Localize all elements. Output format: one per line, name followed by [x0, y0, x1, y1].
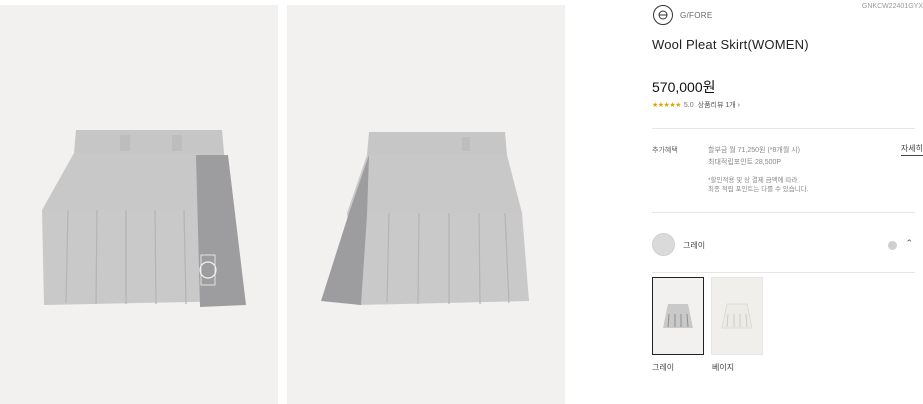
detail-link[interactable]: 자세히	[900, 143, 923, 156]
installment-text: 할부금 월 71,250원 (*8개월 시)	[708, 147, 800, 154]
divider	[652, 212, 915, 213]
skirt-back-illustration	[321, 132, 529, 305]
benefit-label: 추가혜택	[652, 147, 678, 154]
points-text: 최대적립포인트 28,500P	[708, 159, 782, 166]
skirt-front-illustration	[42, 130, 246, 307]
rating-row: ★★★★★ 5.0 상품리뷰 1개 ›	[652, 100, 740, 110]
brand-name[interactable]: G/FORE	[680, 11, 712, 20]
product-title: Wool Pleat Skirt(WOMEN)	[652, 37, 809, 52]
points-note-2: 최종 적립 포인트는 다를 수 있습니다.	[708, 186, 809, 193]
color-option-beige-label[interactable]: 베이지	[712, 362, 734, 373]
divider	[652, 272, 915, 273]
rating-value: 5.0	[683, 101, 694, 109]
product-price: 570,000원	[652, 79, 716, 95]
color-option-gray-label[interactable]: 그레이	[652, 362, 674, 373]
divider	[652, 128, 915, 129]
product-code: GNKCW22401GYX	[861, 3, 923, 10]
product-image-back[interactable]	[287, 5, 565, 404]
color-option-gray[interactable]	[652, 277, 704, 355]
beige-skirt-thumbnail	[721, 303, 753, 329]
product-image-front[interactable]	[0, 5, 278, 404]
color-option-beige[interactable]	[711, 277, 763, 355]
brand-logo-icon[interactable]	[653, 5, 673, 25]
review-link[interactable]: 상품리뷰 1개 ›	[698, 100, 740, 110]
chevron-up-icon[interactable]: ⌃	[905, 238, 913, 249]
product-info-panel: G/FORE GNKCW22401GYX Wool Pleat Skirt(WO…	[575, 0, 923, 404]
brand-row[interactable]: G/FORE	[653, 5, 712, 25]
selected-color-label[interactable]: 그레이	[683, 240, 705, 251]
color-swatch[interactable]	[652, 233, 675, 256]
rating-stars: ★★★★★	[652, 102, 681, 109]
gray-skirt-thumbnail	[663, 304, 693, 328]
color-dot	[888, 241, 897, 250]
